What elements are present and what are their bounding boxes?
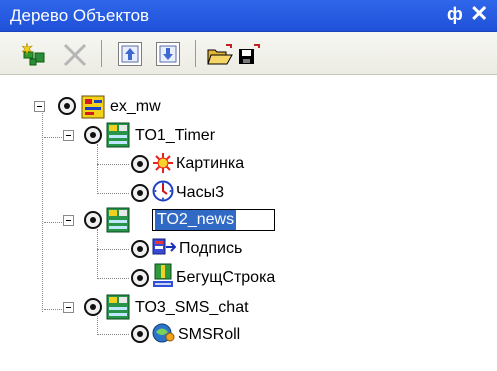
tree-node-label[interactable]: ex_mw: [110, 97, 161, 117]
picture-icon: [152, 152, 174, 179]
visibility-icon[interactable]: [131, 269, 149, 287]
tree-line: [97, 144, 98, 194]
tree-line: [97, 164, 129, 165]
collapse-toggle[interactable]: [34, 101, 45, 112]
tree-node-label[interactable]: SMSRoll: [178, 325, 240, 345]
ticker-icon: [152, 263, 174, 294]
screen-object-icon: [106, 122, 130, 153]
visibility-icon[interactable]: [131, 184, 149, 202]
visibility-icon[interactable]: [58, 97, 76, 115]
save-button[interactable]: [236, 42, 260, 66]
add-object-button[interactable]: [21, 42, 46, 66]
clock-icon: [152, 180, 174, 207]
delete-icon: [63, 43, 87, 67]
tree-line: [97, 249, 129, 250]
rename-input[interactable]: TO2_news: [152, 209, 275, 231]
tree-line: [97, 193, 129, 194]
visibility-icon[interactable]: [84, 211, 102, 229]
sms-roll-icon: [152, 322, 176, 349]
add-object-icon: [21, 42, 45, 66]
folder-open-icon: [207, 44, 233, 65]
rename-input-text[interactable]: TO2_news: [155, 210, 237, 230]
toolbar-separator: [101, 40, 102, 67]
tree-line: [97, 278, 129, 279]
collapse-toggle[interactable]: [63, 130, 74, 141]
tree-line: [44, 137, 64, 138]
screen-object-icon: [106, 294, 130, 325]
move-down-button[interactable]: [156, 42, 180, 66]
collapse-toggle[interactable]: [63, 215, 74, 226]
tree-line: [42, 113, 43, 312]
toolbar-separator: [195, 40, 196, 67]
caption-icon: [152, 237, 177, 262]
collapse-toggle[interactable]: [63, 302, 74, 313]
floppy-disk-icon: [239, 44, 260, 64]
tree-line: [44, 222, 64, 223]
tree-line: [44, 309, 64, 310]
project-icon: [81, 95, 105, 124]
tree-node-label[interactable]: БегущСтрока: [176, 268, 275, 288]
open-button[interactable]: [206, 42, 233, 66]
close-icon[interactable]: ✕: [470, 1, 488, 27]
arrow-up-icon: [121, 45, 139, 63]
arrow-down-icon: [159, 45, 177, 63]
tree-node-label[interactable]: Картинка: [176, 154, 244, 174]
toolbar: [0, 32, 497, 75]
move-up-button[interactable]: [118, 42, 142, 66]
tree-node-label[interactable]: Часы3: [176, 183, 224, 203]
tree-node-label[interactable]: TO3_SMS_chat: [135, 298, 249, 318]
pin-icon[interactable]: ф: [447, 4, 463, 25]
visibility-icon[interactable]: [131, 155, 149, 173]
visibility-icon[interactable]: [84, 298, 102, 316]
screen-object-icon: [106, 207, 130, 238]
tree-node-label[interactable]: Подпись: [179, 239, 242, 259]
panel-title-bar: Дерево Объектов ф ✕: [0, 0, 497, 32]
tree-line: [97, 334, 129, 335]
tree-line: [97, 229, 98, 279]
visibility-icon[interactable]: [131, 240, 149, 258]
delete-button[interactable]: [62, 42, 87, 67]
tree-node-label[interactable]: TO1_Timer: [135, 126, 215, 146]
tree-line: [97, 316, 98, 335]
visibility-icon[interactable]: [84, 126, 102, 144]
panel-title: Дерево Объектов: [10, 6, 150, 25]
visibility-icon[interactable]: [131, 325, 149, 343]
